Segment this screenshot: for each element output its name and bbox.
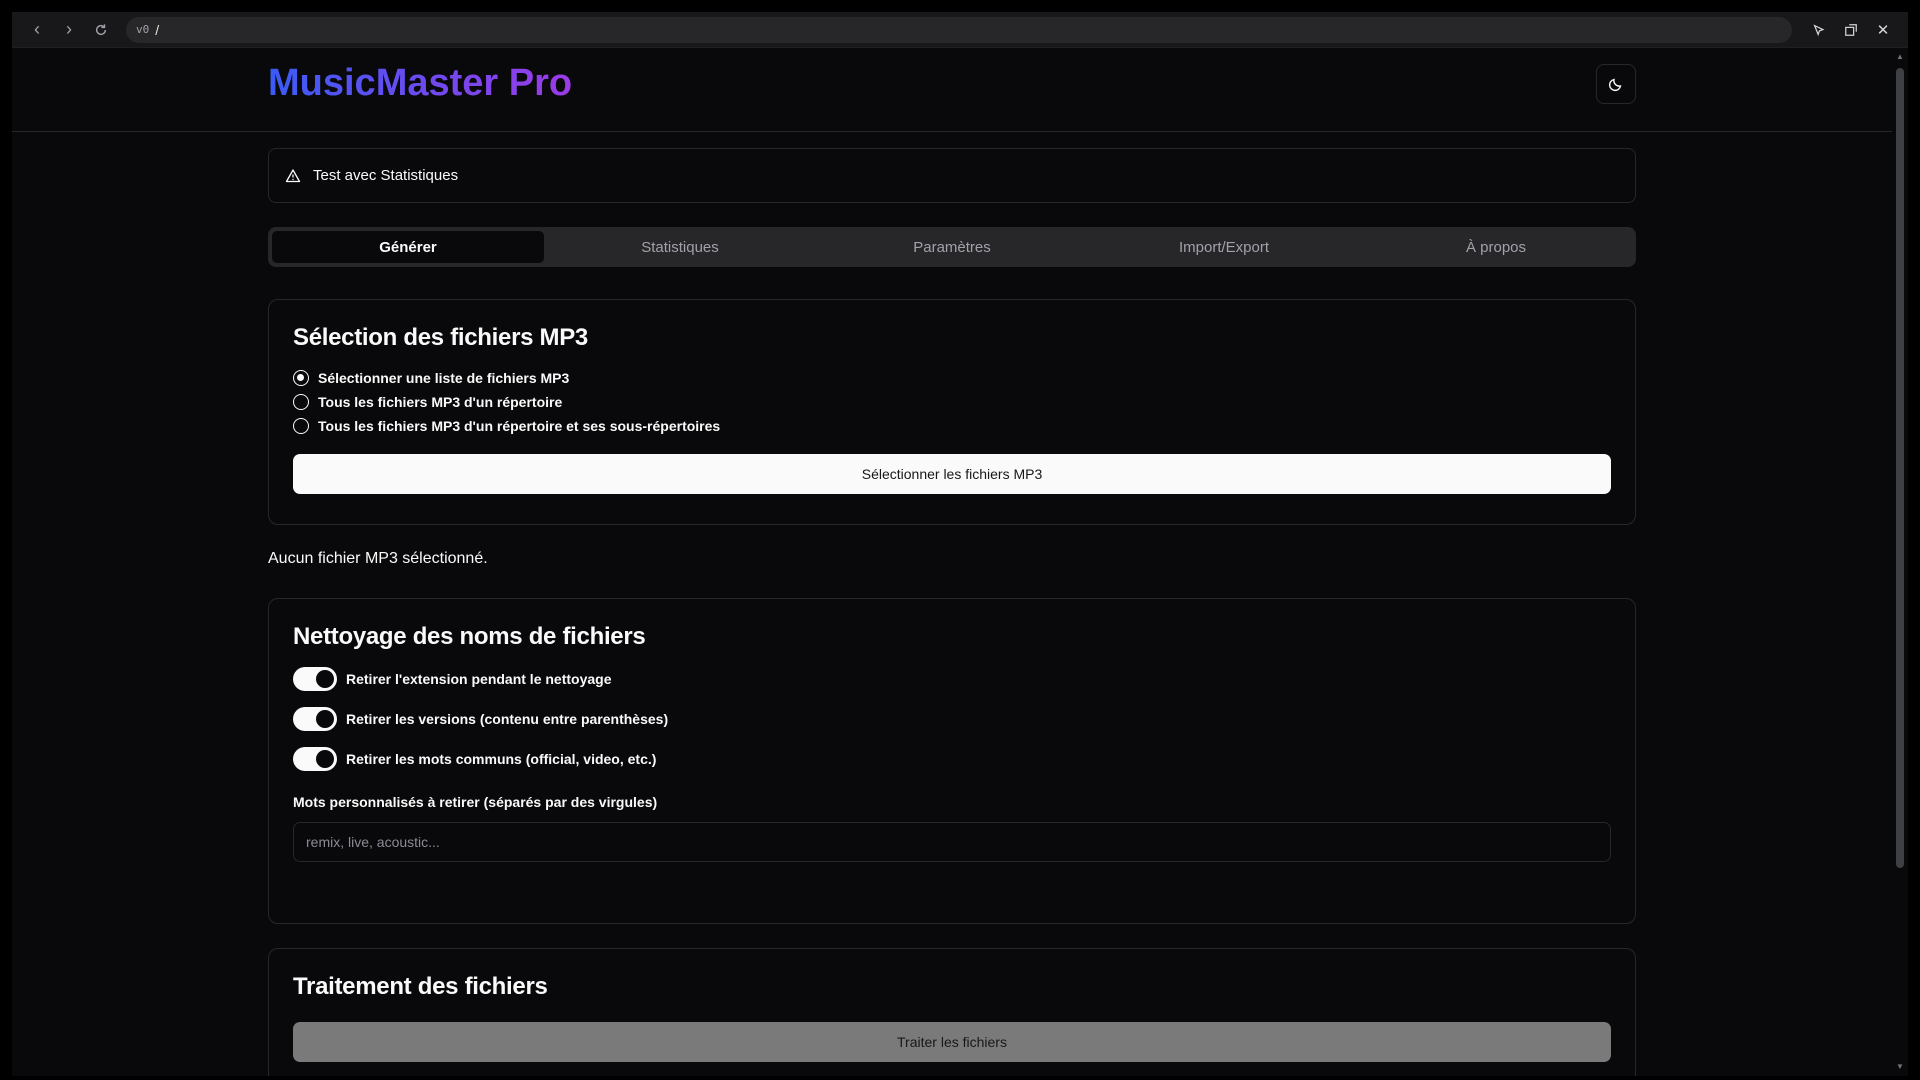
moon-icon [1608,78,1622,92]
radio-option-recursive[interactable]: Tous les fichiers MP3 d'un répertoire et… [293,414,1611,438]
tab-parametres[interactable]: Paramètres [816,231,1088,263]
close-icon[interactable]: ✕ [1870,17,1896,43]
alert-text: Test avec Statistiques [313,167,459,184]
file-processing-card: Traitement des fichiers Traiter les fich… [268,948,1636,1076]
custom-words-input[interactable] [293,822,1611,862]
toggle-row-versions: Retirer les versions (contenu entre pare… [293,699,1611,739]
tab-statistiques[interactable]: Statistiques [544,231,816,263]
browser-window: ‹ › v0 / ✕ MusicMaster Pro Test avec Sta… [12,12,1908,1076]
address-text: / [155,21,160,38]
filename-cleaning-title: Nettoyage des noms de fichiers [293,623,646,650]
v0-logo-icon: v0 [136,23,150,36]
radio-button[interactable] [293,370,309,386]
app-header: MusicMaster Pro [12,48,1892,132]
alert-banner: Test avec Statistiques [268,148,1636,203]
scrollbar-thumb[interactable] [1896,68,1904,868]
selection-status-text: Aucun fichier MP3 sélectionné. [268,550,488,567]
mp3-selection-title: Sélection des fichiers MP3 [293,324,588,351]
toggle-label: Retirer les mots communs (official, vide… [346,751,657,767]
scroll-up-icon[interactable]: ▲ [1896,52,1904,62]
tab-import-export[interactable]: Import/Export [1088,231,1360,263]
tab-list: Générer Statistiques Paramètres Import/E… [268,227,1636,267]
radio-button[interactable] [293,394,309,410]
radio-button[interactable] [293,418,309,434]
warning-icon [285,168,301,182]
radio-option-directory[interactable]: Tous les fichiers MP3 d'un répertoire [293,390,1611,414]
radio-label: Sélectionner une liste de fichiers MP3 [318,370,570,386]
inspect-icon[interactable] [1806,17,1832,43]
radio-label: Tous les fichiers MP3 d'un répertoire et… [318,418,721,434]
toggle-row-common-words: Retirer les mots communs (official, vide… [293,739,1611,779]
browser-toolbar: ‹ › v0 / ✕ [12,12,1908,48]
toggle-label: Retirer l'extension pendant le nettoyage [346,671,612,687]
file-processing-title: Traitement des fichiers [293,973,548,1000]
app-title: MusicMaster Pro [268,62,573,104]
process-files-button[interactable]: Traiter les fichiers [293,1022,1611,1062]
radio-option-list[interactable]: Sélectionner une liste de fichiers MP3 [293,366,1611,390]
scroll-down-icon[interactable]: ▼ [1896,1062,1904,1072]
reload-icon[interactable] [88,17,114,43]
radio-label: Tous les fichiers MP3 d'un répertoire [318,394,563,410]
theme-toggle-button[interactable] [1596,64,1636,104]
back-icon[interactable]: ‹ [24,17,50,43]
scrollbar[interactable]: ▲ ▼ [1892,48,1908,1076]
select-mp3-button[interactable]: Sélectionner les fichiers MP3 [293,454,1611,494]
toggle-switch[interactable] [293,707,337,731]
toggle-switch[interactable] [293,667,337,691]
mp3-selection-card: Sélection des fichiers MP3 Sélectionner … [268,299,1636,525]
tab-generer[interactable]: Générer [272,231,544,263]
address-bar[interactable]: v0 / [126,16,1792,43]
filename-cleaning-card: Nettoyage des noms de fichiers Retirer l… [268,598,1636,924]
toggle-row-extension: Retirer l'extension pendant le nettoyage [293,659,1611,699]
popout-icon[interactable] [1838,17,1864,43]
tab-a-propos[interactable]: À propos [1360,231,1632,263]
forward-icon[interactable]: › [56,17,82,43]
custom-words-label: Mots personnalisés à retirer (séparés pa… [293,794,658,810]
toggle-switch[interactable] [293,747,337,771]
app-root: MusicMaster Pro Test avec Statistiques G… [12,48,1892,1076]
toggle-label: Retirer les versions (contenu entre pare… [346,711,669,727]
